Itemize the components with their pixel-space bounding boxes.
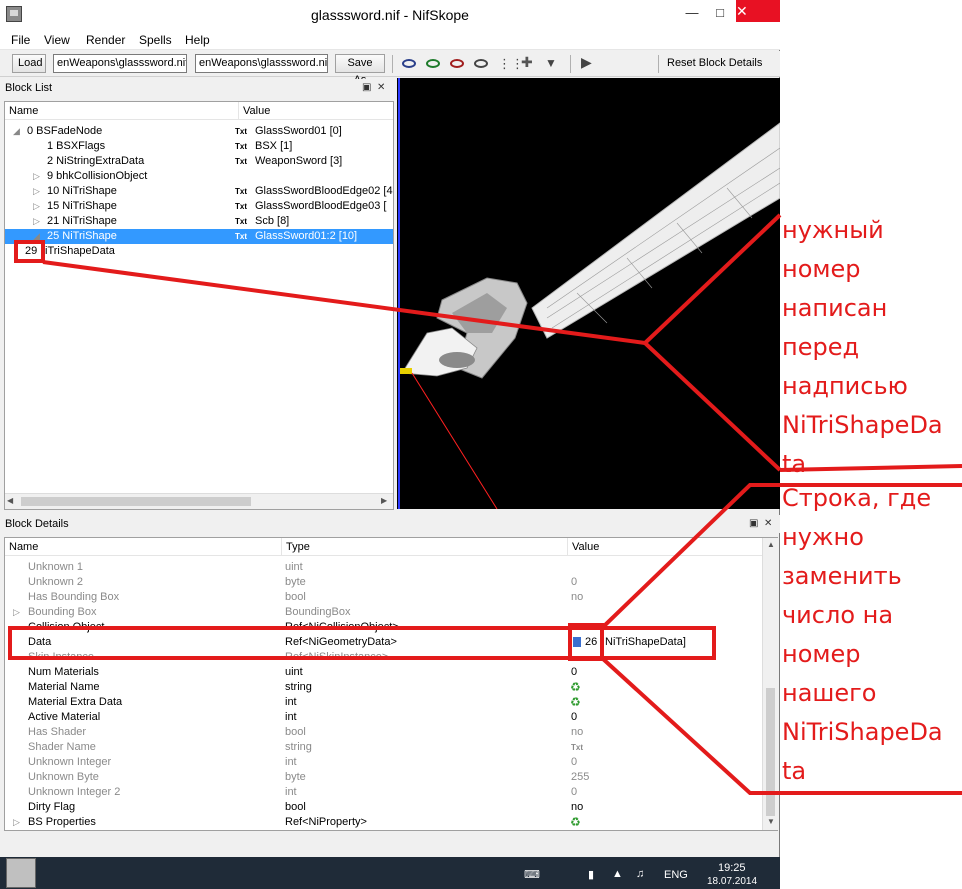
annotation-line: перед (782, 333, 860, 361)
annotation-line: нашего (782, 679, 877, 707)
annotation-line: нужный (782, 216, 884, 244)
annotation-line: нужно (782, 523, 864, 551)
annotation-box-data-row (8, 626, 716, 660)
annotation-line: заменить (782, 562, 902, 590)
annotation-box-value (568, 623, 604, 661)
annotation-line: номер (782, 640, 861, 668)
annotation-line: Строка, где (782, 484, 932, 512)
annotation-line: NiTriShapeDa (782, 718, 943, 746)
annotation-line: номер (782, 255, 861, 283)
annotation-line: NiTriShapeDa (782, 411, 943, 439)
annotation-line: надписью (782, 372, 908, 400)
annotation-note-1: нужный номер написан перед надписью NiTriShap… (782, 211, 960, 484)
annotation-line: число на (782, 601, 894, 629)
annotation-box-number (14, 240, 45, 263)
annotation-line: написан (782, 294, 888, 322)
annotation-note-2: Строка, где нужно заменить число на номер наш… (782, 479, 960, 791)
annotation-line: ta (782, 757, 807, 785)
